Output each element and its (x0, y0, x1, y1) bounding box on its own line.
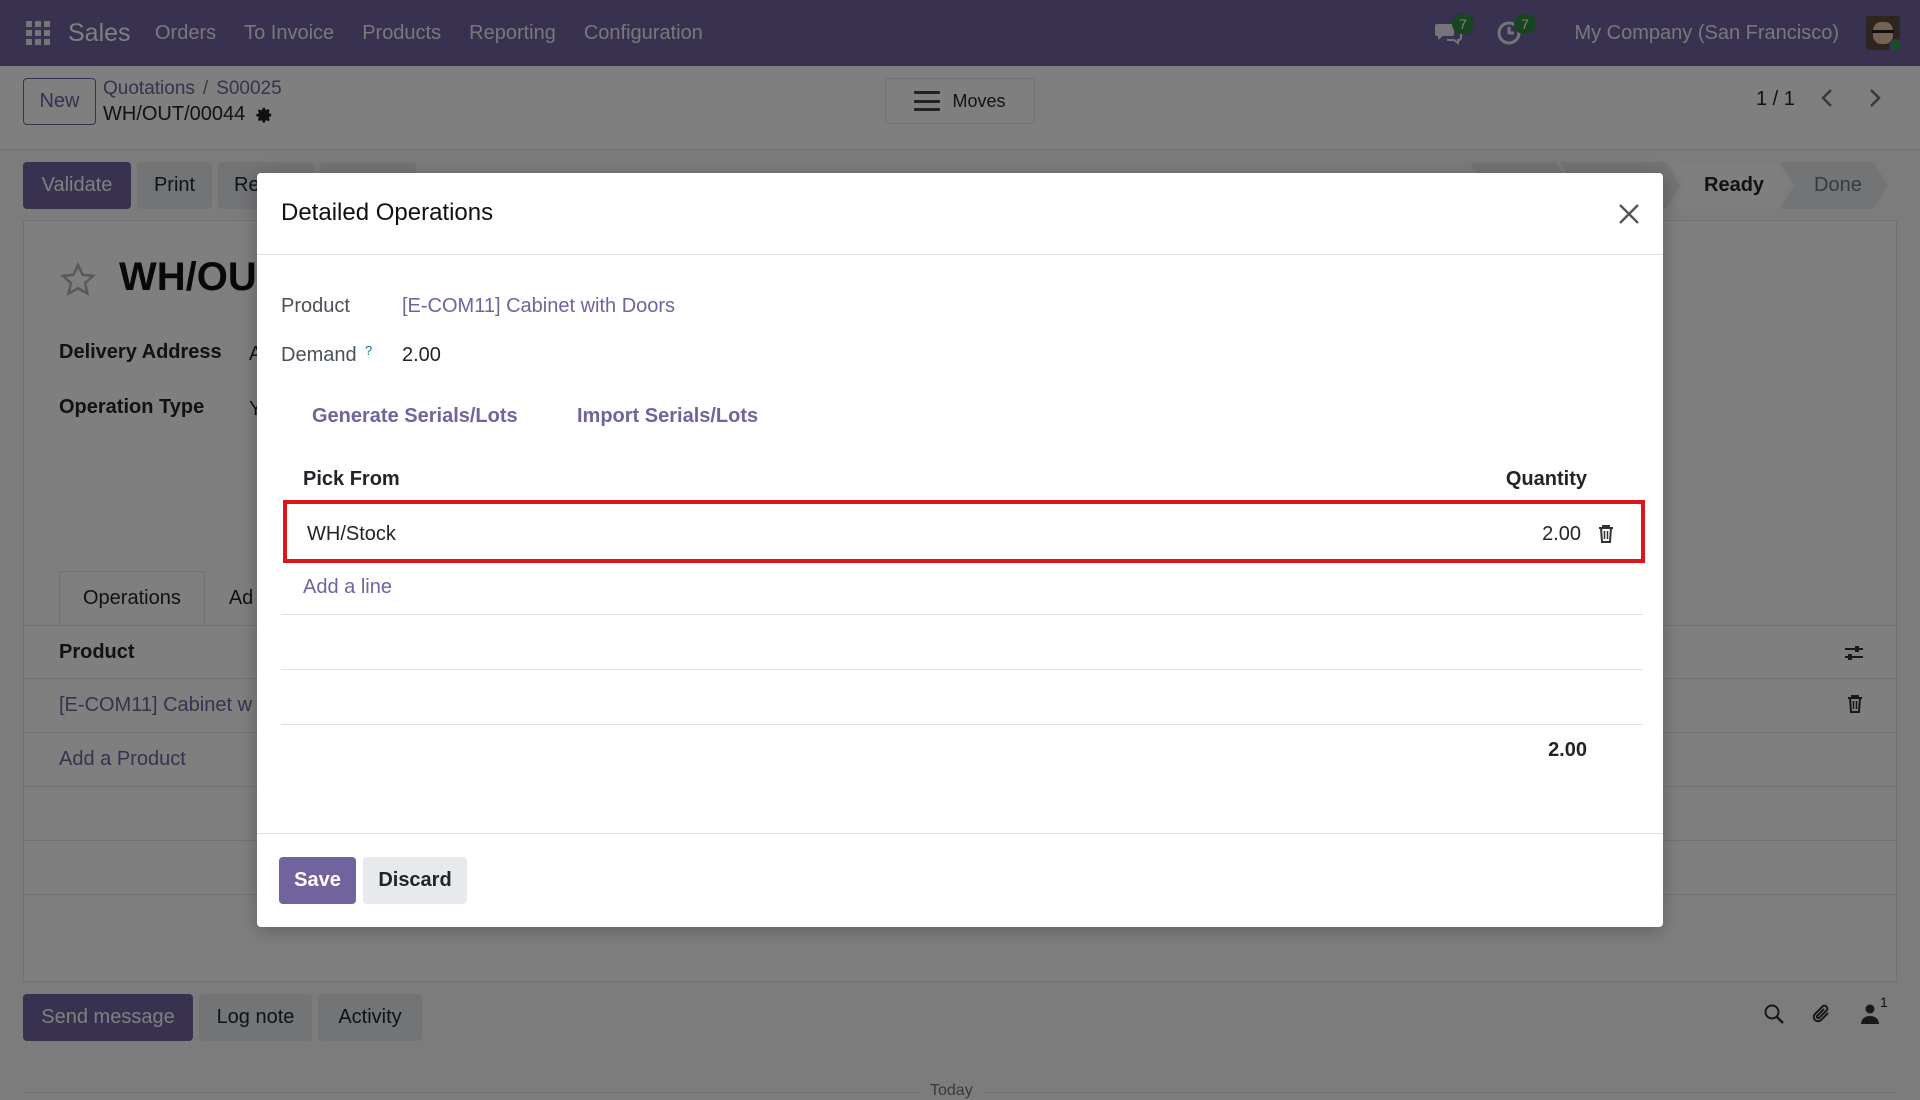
generate-serials-button[interactable]: Generate Serials/Lots (312, 405, 518, 428)
add-line-link[interactable]: Add a line (303, 576, 392, 599)
close-icon[interactable] (1615, 200, 1643, 228)
demand-help-icon[interactable]: ? (365, 343, 372, 358)
divider (281, 614, 1643, 615)
trash-icon[interactable] (1597, 524, 1615, 544)
import-serials-button[interactable]: Import Serials/Lots (577, 405, 758, 428)
save-button[interactable]: Save (279, 857, 356, 904)
discard-button[interactable]: Discard (363, 857, 467, 904)
product-label: Product (281, 295, 350, 317)
demand-label: Demand (281, 344, 357, 366)
dialog-header: Detailed Operations (257, 173, 1663, 255)
quantity-total: 2.00 (1548, 739, 1587, 761)
product-value[interactable]: [E-COM11] Cabinet with Doors (402, 295, 675, 318)
pick-from-cell[interactable]: WH/Stock (307, 523, 396, 546)
demand-value: 2.00 (402, 344, 441, 366)
move-line-row[interactable]: WH/Stock 2.00 (283, 500, 1645, 563)
detailed-operations-dialog: Detailed Operations Product [E-COM11] Ca… (257, 173, 1663, 927)
dialog-footer: Save Discard (257, 833, 1663, 927)
divider (281, 724, 1643, 725)
quantity-cell[interactable]: 2.00 (1542, 523, 1581, 546)
column-pick-from[interactable]: Pick From (303, 468, 400, 491)
dialog-title: Detailed Operations (281, 199, 494, 226)
column-quantity[interactable]: Quantity (1506, 468, 1587, 491)
divider (281, 669, 1643, 670)
